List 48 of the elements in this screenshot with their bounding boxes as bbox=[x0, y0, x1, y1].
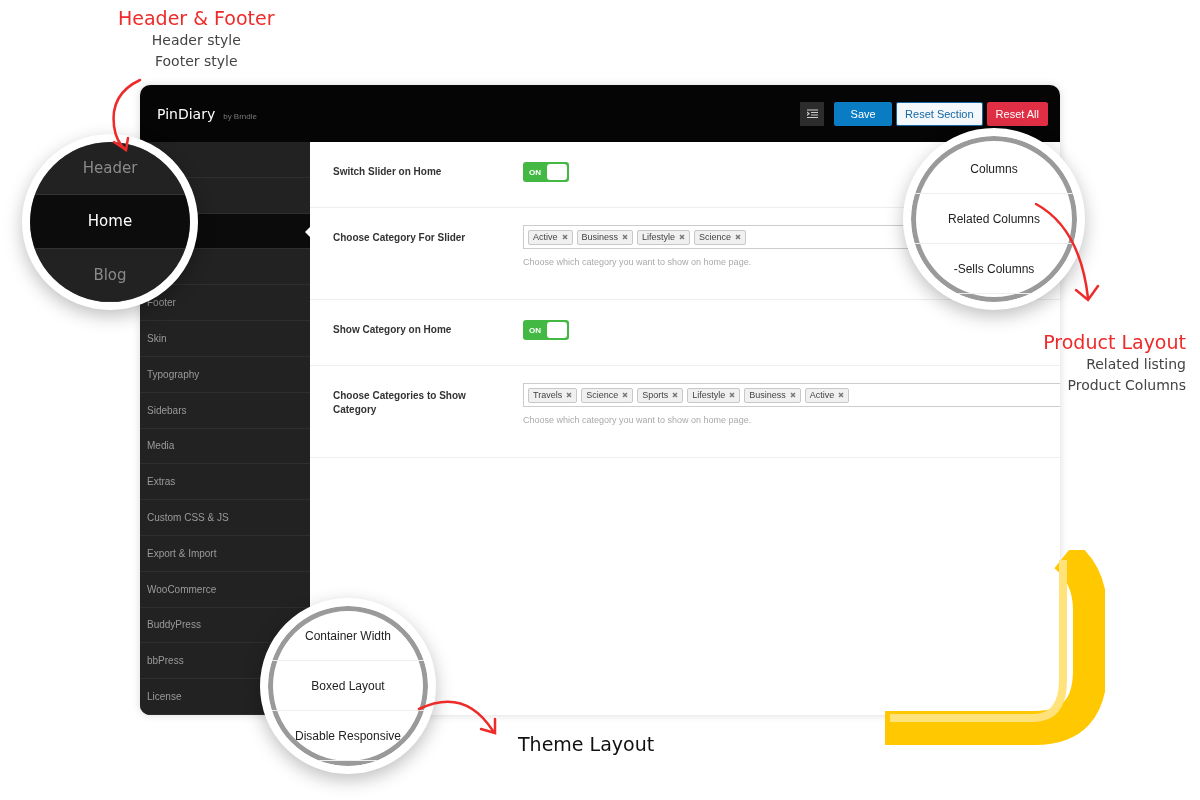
setting-label: Choose Category For Slider bbox=[333, 231, 467, 245]
callout-line: Related listing bbox=[1086, 355, 1186, 374]
byline: by Brndle bbox=[223, 111, 258, 121]
setting-label: Show Category on Home bbox=[333, 323, 453, 337]
tag-chip: Travels bbox=[528, 387, 578, 403]
zoomed-item: Home bbox=[30, 195, 190, 249]
tag-chip: Science bbox=[694, 229, 747, 245]
zoomed-item: Boxed Layout bbox=[268, 661, 428, 711]
tag-field[interactable]: Travels Science Sports Lifestyle Business Active bbox=[523, 383, 1060, 407]
remove-icon[interactable] bbox=[838, 392, 845, 398]
tag-chip: Active bbox=[528, 229, 573, 245]
tag-chip: Business bbox=[576, 229, 634, 245]
remove-icon[interactable] bbox=[672, 392, 679, 398]
help-text: Choose which category you want to show on home page. bbox=[523, 415, 753, 425]
zoomed-item: Columns bbox=[911, 144, 1077, 194]
remove-icon[interactable] bbox=[622, 392, 629, 398]
callout-line: Footer style bbox=[154, 52, 238, 71]
callout-title: Header & Footer bbox=[118, 6, 275, 30]
remove-icon[interactable] bbox=[735, 234, 742, 240]
remove-icon[interactable] bbox=[622, 234, 629, 240]
zoomed-item: Related Columns bbox=[911, 194, 1077, 244]
menu-icon bbox=[806, 109, 818, 118]
tag-chip: Science bbox=[581, 387, 634, 403]
tag-chip: Lifestyle bbox=[637, 229, 691, 245]
callout-title: Theme Layout bbox=[518, 732, 655, 756]
menu-button[interactable] bbox=[800, 101, 825, 126]
remove-icon[interactable] bbox=[679, 234, 686, 240]
tag-chip: Business bbox=[744, 387, 801, 403]
remove-icon[interactable] bbox=[561, 234, 568, 240]
tag-chip: Active bbox=[804, 387, 850, 403]
header-button[interactable]: Save bbox=[834, 101, 893, 126]
remove-icon[interactable] bbox=[566, 392, 573, 398]
callout-line: Product Columns bbox=[1067, 376, 1186, 395]
remove-icon[interactable] bbox=[729, 392, 736, 398]
tag-chip: Sports bbox=[637, 387, 684, 403]
zoomed-item: Container Width bbox=[268, 611, 428, 661]
callout-title: Product Layout bbox=[1043, 330, 1186, 354]
setting-label: Switch Slider on Home bbox=[333, 165, 443, 179]
app-logo: PinDiary bbox=[157, 105, 216, 122]
help-text: Choose which category you want to show on home page. bbox=[523, 257, 753, 267]
setting-label: Choose Categories to Show Category bbox=[333, 389, 467, 417]
zoomed-item: Disable Responsive bbox=[268, 711, 428, 761]
remove-icon[interactable] bbox=[789, 392, 796, 398]
tag-chip: Lifestyle bbox=[687, 387, 741, 403]
header-button[interactable]: Reset Section bbox=[896, 101, 983, 126]
header-button[interactable]: Reset All bbox=[986, 101, 1048, 126]
zoomed-item: -Sells Columns bbox=[911, 244, 1077, 294]
callout-line: Header style bbox=[151, 31, 241, 50]
